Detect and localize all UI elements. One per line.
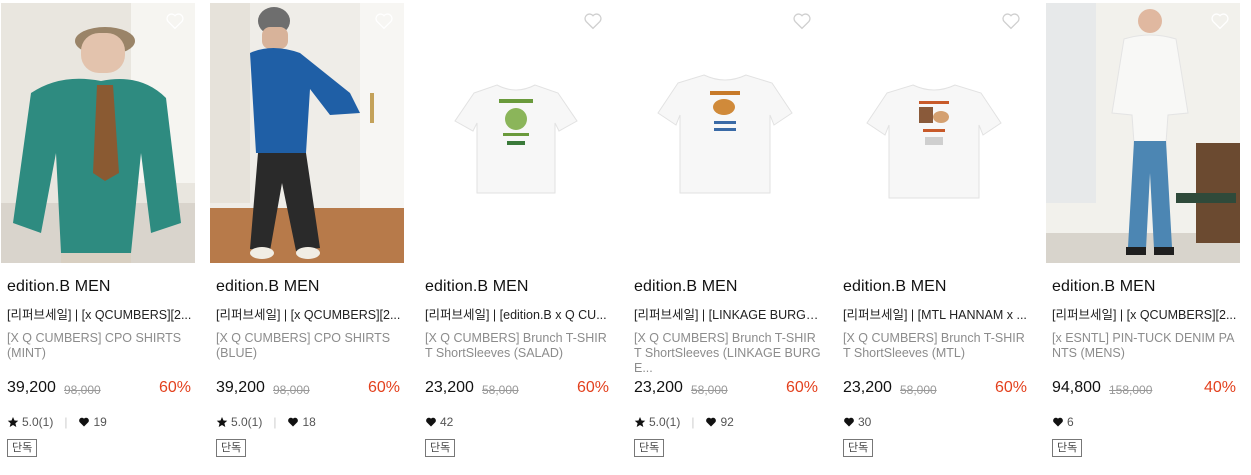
heart-filled-icon: [426, 417, 436, 427]
product-image[interactable]: [1046, 3, 1240, 263]
sale-price: 39,200: [7, 379, 56, 396]
sale-price: 39,200: [216, 379, 265, 396]
product-meta: 42: [425, 415, 453, 429]
sale-price: 23,200: [425, 379, 474, 396]
discount-rate: 60%: [994, 379, 1027, 396]
heart-filled-icon: [79, 417, 90, 427]
brand-name[interactable]: edition.B MEN: [216, 278, 320, 296]
original-price: 98,000: [64, 383, 101, 397]
heart-filled-icon: [706, 417, 717, 427]
star-icon: [216, 417, 228, 427]
product-meta: 30: [843, 415, 871, 429]
product-photo: [628, 3, 822, 263]
heart-outline-icon[interactable]: [1210, 12, 1230, 30]
product-grid: edition.B MEN [리퍼브세일] | [x QCUMBERS][2..…: [0, 0, 1251, 475]
product-meta: 5.0(1) | 92: [634, 415, 734, 429]
product-card[interactable]: edition.B MEN [리퍼브세일] | [x QCUMBERS][2..…: [210, 3, 404, 473]
like-count: 92: [720, 415, 734, 429]
heart-outline-icon[interactable]: [1001, 12, 1021, 30]
exclusive-badge: 단독: [425, 439, 456, 457]
star-icon: [634, 417, 646, 427]
discount-rate: 40%: [1203, 379, 1236, 396]
discount-rate: 60%: [367, 379, 400, 396]
product-card[interactable]: edition.B MEN [리퍼브세일] | [LINKAGE BURGE..…: [628, 3, 822, 473]
star-icon: [7, 417, 19, 427]
like-count: 42: [440, 415, 454, 429]
product-subtitle: [X Q CUMBERS] Brunch T-SHIRT ShortSleeve…: [843, 331, 1025, 360]
product-image[interactable]: [1, 3, 195, 263]
exclusive-badge: 단독: [7, 439, 38, 457]
product-title[interactable]: [리퍼브세일] | [x QCUMBERS][2...: [216, 304, 404, 323]
product-card[interactable]: edition.B MEN [리퍼브세일] | [MTL HANNAM x ..…: [837, 3, 1031, 473]
sale-price: 23,200: [843, 379, 892, 396]
brand-name[interactable]: edition.B MEN: [425, 278, 529, 296]
product-meta: 6: [1052, 415, 1074, 429]
heart-outline-icon[interactable]: [583, 12, 603, 30]
product-subtitle: [X Q CUMBERS] Brunch T-SHIRT ShortSleeve…: [425, 331, 607, 360]
product-card[interactable]: edition.B MEN [리퍼브세일] | [edition.B x Q C…: [419, 3, 613, 473]
meta-divider: |: [691, 415, 695, 429]
product-image[interactable]: [628, 3, 822, 263]
product-meta: 5.0(1) | 19: [7, 415, 107, 429]
product-title[interactable]: [리퍼브세일] | [x QCUMBERS][2...: [7, 304, 195, 323]
product-image[interactable]: [837, 3, 1031, 263]
heart-filled-icon: [288, 417, 299, 427]
product-card[interactable]: edition.B MEN [리퍼브세일] | [x QCUMBERS][2..…: [1046, 3, 1240, 473]
discount-rate: 60%: [576, 379, 609, 396]
sale-price: 94,800: [1052, 379, 1101, 396]
brand-name[interactable]: edition.B MEN: [7, 278, 111, 296]
brand-name[interactable]: edition.B MEN: [634, 278, 738, 296]
rating-value: 5.0(1): [231, 415, 263, 429]
like-count: 30: [858, 415, 872, 429]
product-subtitle: [X Q CUMBERS] CPO SHIRTS (BLUE): [216, 331, 391, 360]
exclusive-badge: 단독: [634, 439, 665, 457]
exclusive-badge: 단독: [216, 439, 247, 457]
original-price: 158,000: [1109, 383, 1153, 397]
original-price: 58,000: [482, 383, 519, 397]
rating-value: 5.0(1): [22, 415, 54, 429]
meta-divider: |: [273, 415, 277, 429]
heart-filled-icon: [1053, 417, 1063, 427]
product-card[interactable]: edition.B MEN [리퍼브세일] | [x QCUMBERS][2..…: [1, 3, 195, 473]
product-subtitle: [x ESNTL] PIN-TUCK DENIM PANTS (MENS): [1052, 331, 1235, 360]
product-meta: 5.0(1) | 18: [216, 415, 316, 429]
meta-divider: |: [64, 415, 68, 429]
rating-value: 5.0(1): [649, 415, 681, 429]
product-photo: [1046, 3, 1240, 263]
exclusive-badge: 단독: [1052, 439, 1083, 457]
heart-outline-icon[interactable]: [374, 12, 394, 30]
original-price: 58,000: [691, 383, 728, 397]
product-image[interactable]: [210, 3, 404, 263]
product-title[interactable]: [리퍼브세일] | [LINKAGE BURGE...: [634, 304, 822, 323]
original-price: 58,000: [900, 383, 937, 397]
heart-outline-icon[interactable]: [792, 12, 812, 30]
heart-filled-icon: [844, 417, 854, 427]
product-photo: [210, 3, 404, 263]
product-photo: [837, 3, 1031, 263]
original-price: 98,000: [273, 383, 310, 397]
product-title[interactable]: [리퍼브세일] | [edition.B x Q CU...: [425, 304, 613, 323]
brand-name[interactable]: edition.B MEN: [843, 278, 947, 296]
like-count: 19: [93, 415, 107, 429]
like-count: 18: [302, 415, 316, 429]
brand-name[interactable]: edition.B MEN: [1052, 278, 1156, 296]
exclusive-badge: 단독: [843, 439, 874, 457]
product-title[interactable]: [리퍼브세일] | [x QCUMBERS][2...: [1052, 304, 1240, 323]
product-subtitle: [X Q CUMBERS] CPO SHIRTS (MINT): [7, 331, 182, 360]
product-photo: [1, 3, 195, 263]
sale-price: 23,200: [634, 379, 683, 396]
product-title[interactable]: [리퍼브세일] | [MTL HANNAM x ...: [843, 304, 1031, 323]
heart-outline-icon[interactable]: [165, 12, 185, 30]
discount-rate: 60%: [785, 379, 818, 396]
product-photo: [419, 3, 613, 263]
product-subtitle: [X Q CUMBERS] Brunch T-SHIRT ShortSleeve…: [634, 331, 821, 375]
like-count: 6: [1067, 415, 1074, 429]
product-image[interactable]: [419, 3, 613, 263]
discount-rate: 60%: [158, 379, 191, 396]
